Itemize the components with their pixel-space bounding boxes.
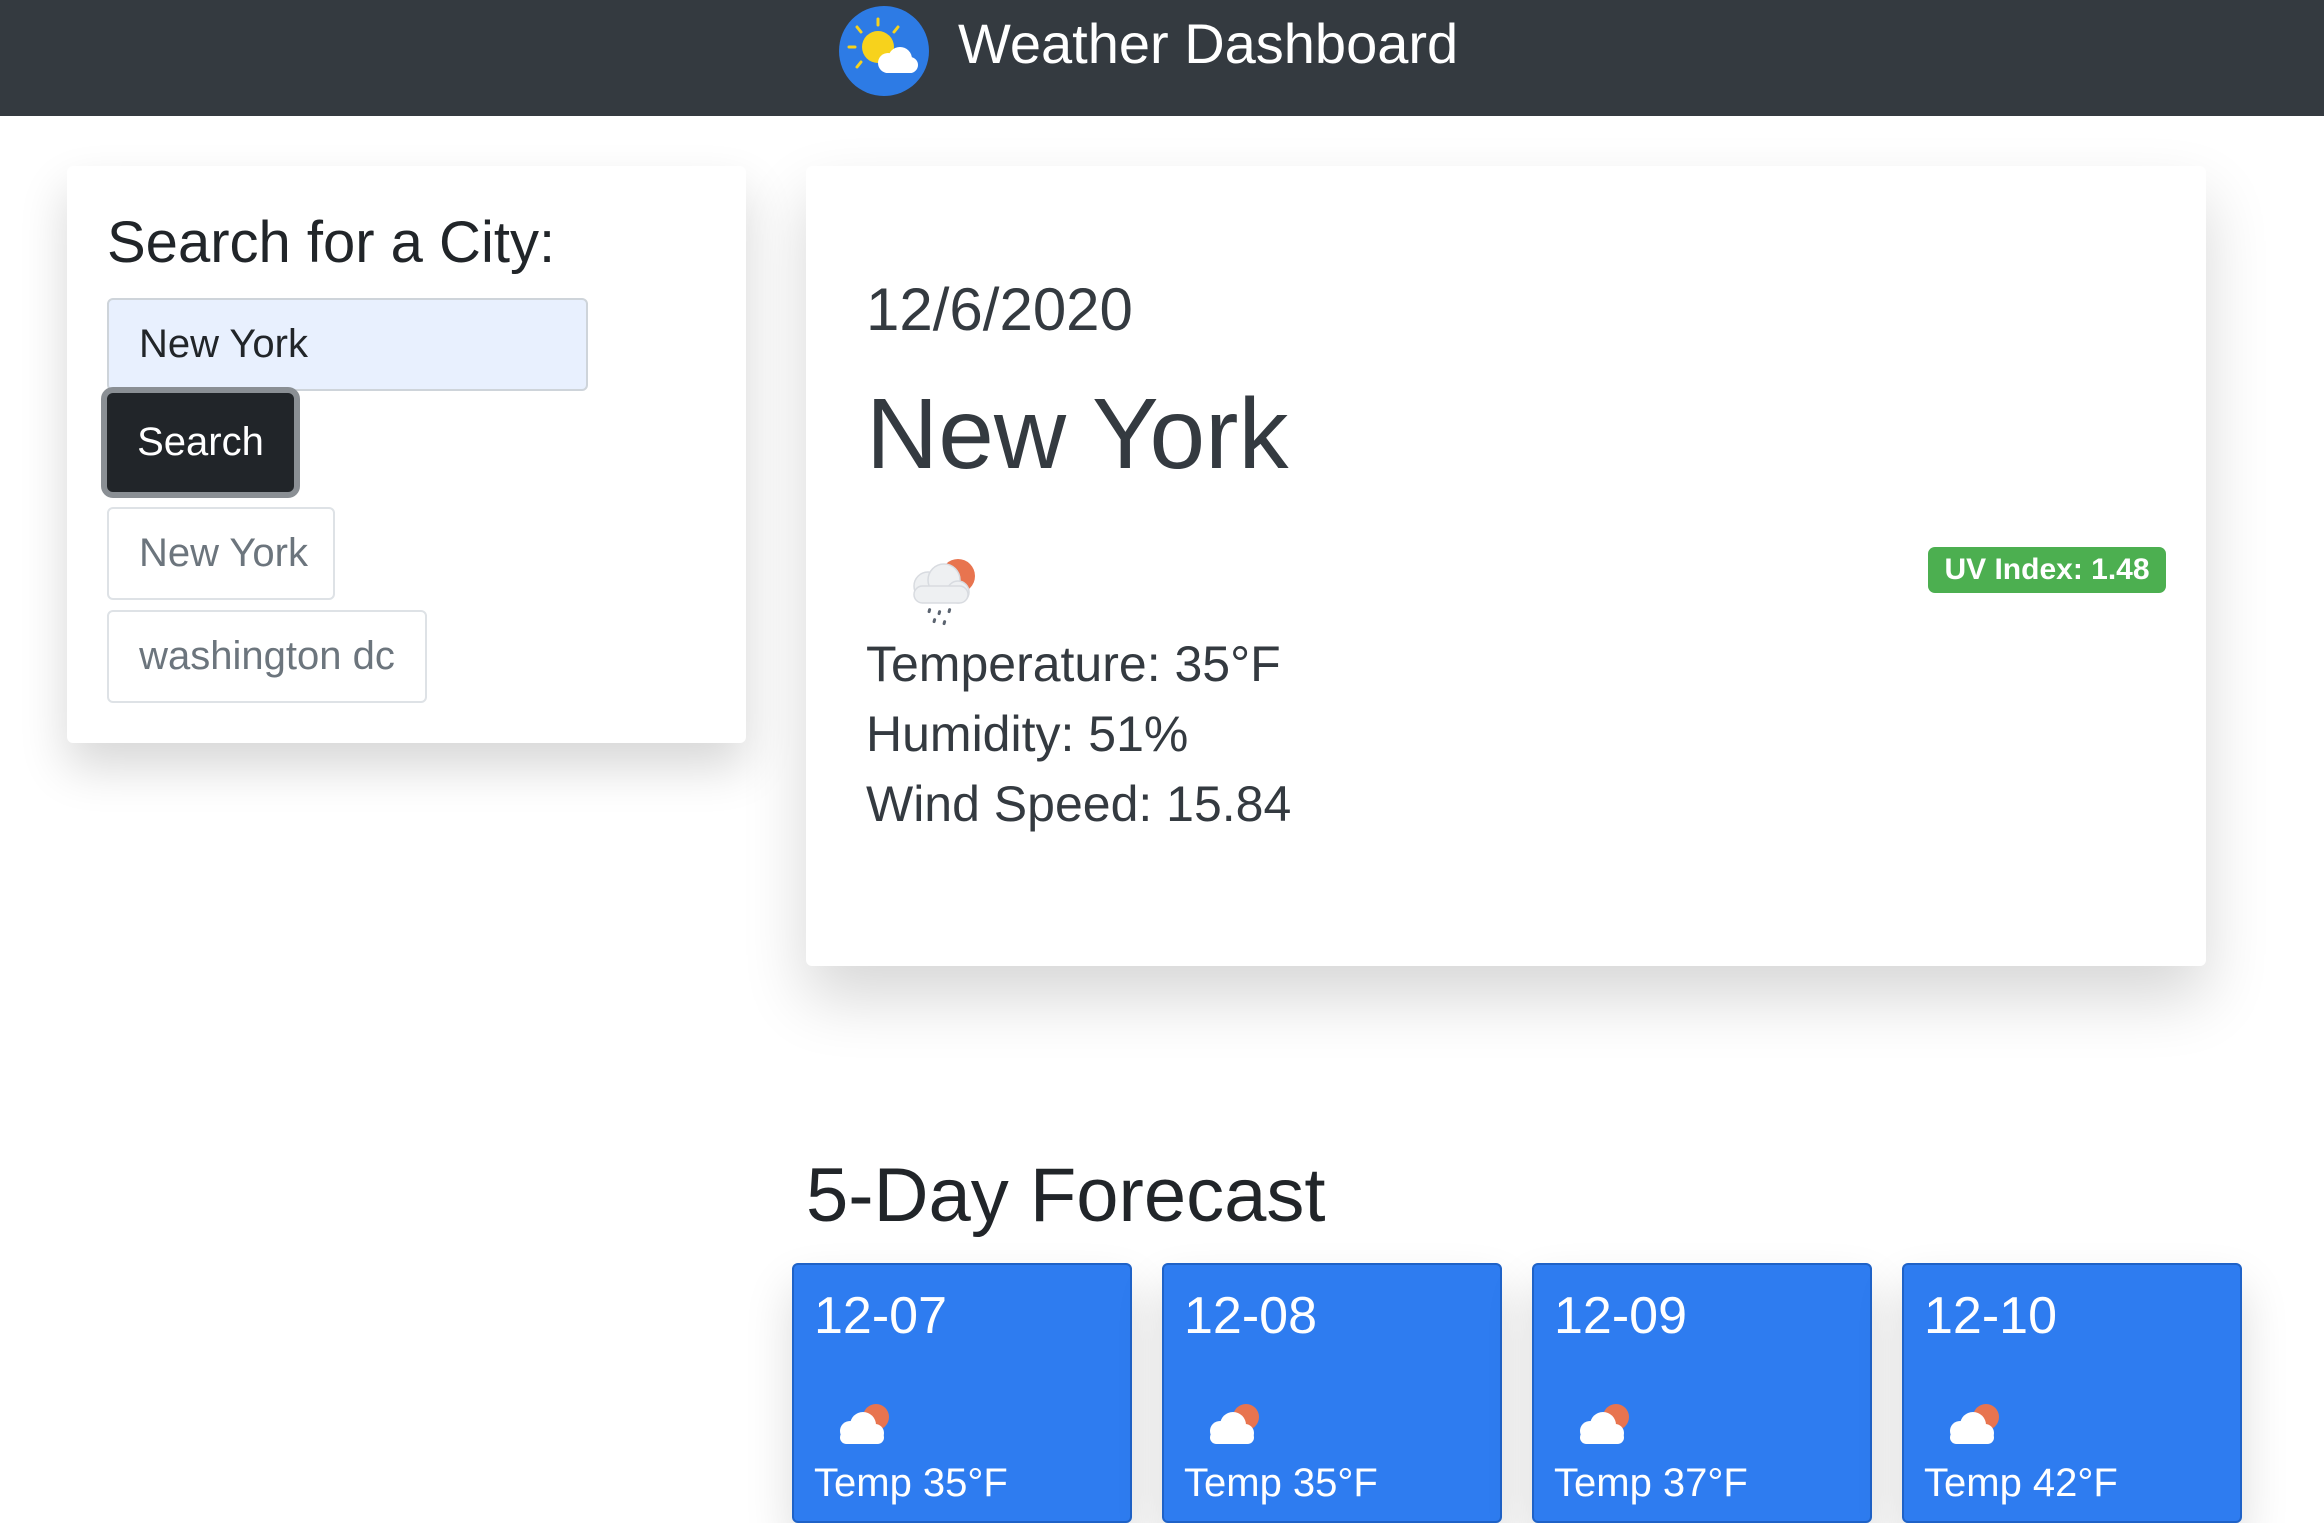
- search-button[interactable]: Search: [101, 387, 300, 498]
- forecast-temp: Temp 42°F: [1924, 1461, 2118, 1505]
- current-city-name: New York: [866, 378, 1289, 490]
- navbar: Weather Dashboard: [0, 0, 2324, 116]
- cloud-sun-icon: [840, 1404, 889, 1444]
- forecast-heading: 5-Day Forecast: [806, 1153, 1326, 1238]
- forecast-date: 12-08: [1184, 1287, 1317, 1345]
- forecast-date: 12-09: [1554, 1287, 1687, 1345]
- current-wind-speed: Wind Speed: 15.84: [866, 776, 1292, 832]
- forecast-temp: Temp 35°F: [1184, 1461, 1378, 1505]
- forecast-temp: Temp 37°F: [1554, 1461, 1748, 1505]
- rain-cloud-sun-icon: [913, 559, 975, 626]
- search-heading: Search for a City:: [107, 210, 556, 275]
- app-title: Weather Dashboard: [958, 12, 1459, 75]
- history-item-washington-dc[interactable]: washington dc: [107, 610, 427, 703]
- sun-cloud-icon: [839, 6, 929, 96]
- cloud-sun-icon: [1580, 1404, 1629, 1444]
- forecast-date: 12-10: [1924, 1287, 2057, 1345]
- forecast-card: 12-07 Temp 35°F: [792, 1263, 1132, 1523]
- search-panel: Search for a City: Search New York washi…: [67, 166, 746, 743]
- forecast-date: 12-07: [814, 1287, 947, 1345]
- current-date: 12/6/2020: [866, 276, 1133, 343]
- current-humidity: Humidity: 51%: [866, 706, 1189, 762]
- forecast-card: 12-08 Temp 35°F: [1162, 1263, 1502, 1523]
- forecast-card: 12-09 Temp 37°F: [1532, 1263, 1872, 1523]
- history-item-new-york[interactable]: New York: [107, 507, 335, 600]
- cloud-sun-icon: [1210, 1404, 1259, 1444]
- current-weather-card: 12/6/2020 New York UV Index: 1.48 Temper…: [806, 166, 2206, 966]
- city-search-input[interactable]: [107, 298, 588, 391]
- forecast-temp: Temp 35°F: [814, 1461, 1008, 1505]
- cloud-sun-icon: [1950, 1404, 1999, 1444]
- forecast-card: 12-10 Temp 42°F: [1902, 1263, 2242, 1523]
- uv-index-badge: UV Index: 1.48: [1928, 547, 2166, 593]
- current-temperature: Temperature: 35°F: [866, 636, 1281, 692]
